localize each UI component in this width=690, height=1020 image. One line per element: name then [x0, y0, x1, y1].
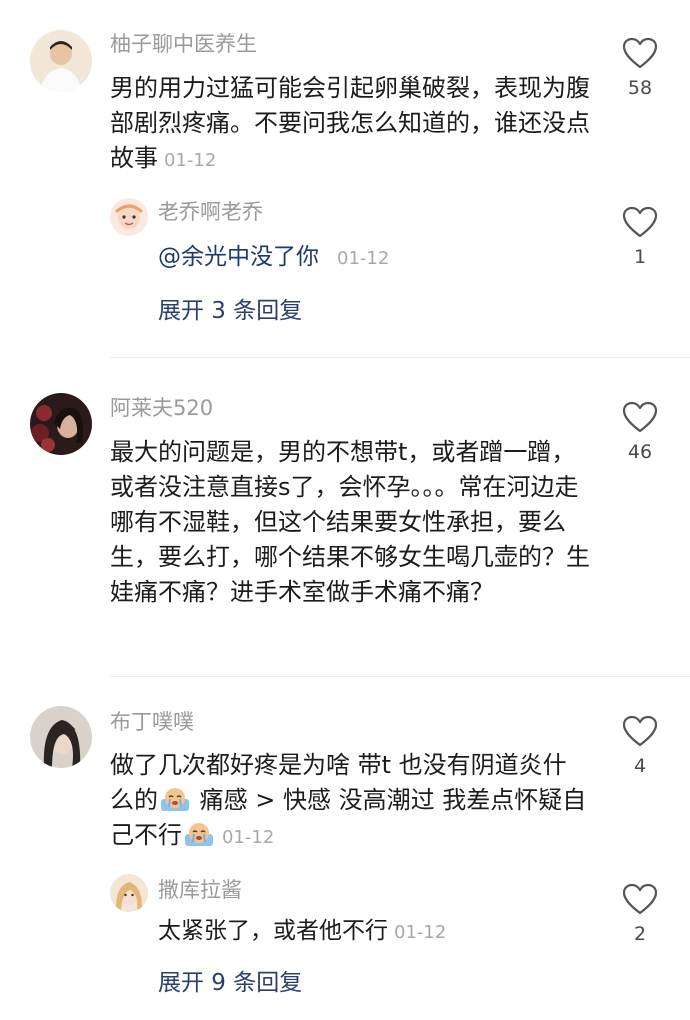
avatar[interactable]	[30, 706, 92, 768]
divider	[110, 676, 690, 677]
comment-date: 01-12	[164, 150, 217, 171]
avatar[interactable]	[30, 393, 92, 455]
like-button[interactable]: 2	[618, 883, 662, 945]
divider	[110, 357, 690, 358]
reply-body: 太紧张了，或者他不行	[158, 918, 388, 944]
username[interactable]: 柚子聊中医养生	[110, 30, 257, 58]
reply-date: 01-12	[337, 248, 390, 269]
comment-text[interactable]: 做了几次都好疼是为啥 带t 也没有阴道炎什么的 痛感 > 快感 没高潮过 我差点…	[110, 748, 590, 855]
like-button[interactable]: 4	[618, 715, 662, 777]
like-count: 58	[627, 77, 653, 99]
username[interactable]: 阿莱夫520	[110, 394, 213, 422]
expand-replies-link[interactable]: 展开 3 条回复	[158, 296, 302, 326]
heart-outline-icon	[622, 883, 658, 915]
heart-outline-icon	[622, 715, 658, 747]
like-count: 1	[633, 246, 647, 268]
avatar[interactable]	[30, 30, 92, 92]
comment-text[interactable]: 男的用力过猛可能会引起卵巢破裂，表现为腹部剧烈疼痛。不要问我怎么知道的，谁还没点…	[110, 71, 590, 178]
mention-link[interactable]: @余光中没了你	[158, 244, 319, 270]
like-count: 46	[627, 441, 653, 463]
like-count: 4	[633, 755, 647, 777]
expand-replies-link[interactable]: 展开 9 条回复	[158, 968, 302, 998]
heart-outline-icon	[622, 206, 658, 238]
reply-text[interactable]: 太紧张了，或者他不行 01-12	[158, 914, 578, 950]
comment-date: 01-12	[222, 827, 275, 848]
like-button[interactable]: 46	[618, 401, 662, 463]
like-button[interactable]: 1	[618, 206, 662, 268]
crying-face-emoji	[184, 820, 214, 848]
like-count: 2	[633, 923, 647, 945]
like-button[interactable]: 58	[618, 37, 662, 99]
reply-date: 01-12	[394, 922, 447, 943]
comment-body: 最大的问题是，男的不想带t，或者蹭一蹭，或者没注意直接s了，会怀孕。。。常在河边…	[110, 438, 590, 606]
reply-username[interactable]: 老乔啊老乔	[158, 198, 263, 226]
heart-outline-icon	[622, 401, 658, 433]
reply-text[interactable]: @余光中没了你 01-12	[158, 240, 578, 276]
reply-username[interactable]: 撒库拉酱	[158, 876, 242, 904]
crying-face-emoji	[160, 785, 190, 813]
comment-text[interactable]: 最大的问题是，男的不想带t，或者蹭一蹭，或者没注意直接s了，会怀孕。。。常在河边…	[110, 435, 590, 610]
username[interactable]: 布丁噗噗	[110, 708, 194, 736]
reply-avatar[interactable]	[110, 198, 148, 236]
reply-avatar[interactable]	[110, 874, 148, 912]
heart-outline-icon	[622, 37, 658, 69]
